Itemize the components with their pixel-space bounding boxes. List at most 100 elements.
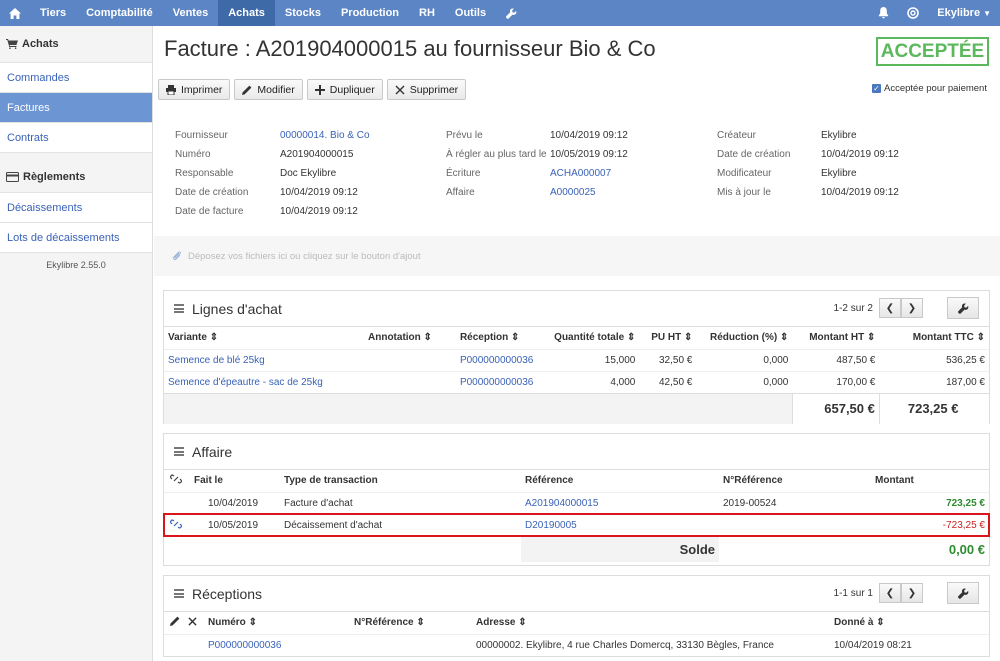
unlink-all-button[interactable]	[164, 470, 190, 492]
sidebar-item-decaissements[interactable]: Décaissements	[0, 192, 152, 222]
supplier-link[interactable]: 00000014. Bio & Co	[280, 126, 370, 145]
table-row: Semence d'épeautre - sac de 25kg P000000…	[164, 370, 989, 393]
unlink-button[interactable]	[164, 513, 190, 536]
edit-button[interactable]: Modifier	[234, 79, 303, 100]
receptions-panel: Réceptions 1-1 sur 1 ❮ ❯ Numéro ⇕ N°Référ…	[163, 575, 990, 657]
nav-rh[interactable]: RH	[409, 0, 445, 26]
duplicate-button[interactable]: Dupliquer	[306, 79, 383, 100]
info-row-fournisseur: Fournisseur 00000014. Bio & Co	[175, 126, 370, 145]
column-header-variante[interactable]: Variante ⇕	[164, 327, 364, 349]
info-column-2: Prévu le 10/04/2019 09:12 À régler au plu…	[446, 126, 628, 202]
chevron-right-icon: ❯	[907, 587, 917, 599]
info-value: 10/04/2019 09:12	[550, 130, 628, 141]
previous-page-button[interactable]: ❮	[879, 298, 901, 318]
status-badge: ACCEPTÉE	[876, 37, 989, 66]
file-dropzone[interactable]: Déposez vos fichiers ici ou cliquez sur …	[154, 236, 1000, 276]
nav-ventes[interactable]: Ventes	[163, 0, 218, 26]
sidebar-item-lots-decaissements[interactable]: Lots de décaissements	[0, 222, 152, 252]
nav-achats[interactable]: Achats	[218, 0, 275, 26]
table-cell: 42,50 €	[639, 370, 697, 393]
column-header-montant: Montant	[875, 475, 914, 487]
info-row-date-creation: Date de création 10/04/2019 09:12	[717, 145, 899, 164]
column-header-pu-ht[interactable]: PU HT ⇕	[639, 327, 696, 349]
previous-page-button[interactable]: ❮	[879, 583, 901, 603]
info-value: A201904000015	[280, 149, 354, 160]
info-label: Date de création	[175, 187, 249, 198]
info-value: 10/04/2019 09:12	[280, 206, 358, 217]
journal-entry-link[interactable]: ACHA000007	[550, 164, 611, 183]
variant-link[interactable]: Semence de blé 25kg	[168, 355, 265, 366]
column-header-numero[interactable]: Numéro ⇕	[204, 612, 350, 634]
delete-label: Supprimer	[409, 83, 459, 96]
column-header-n-reference[interactable]: N°Référence ⇕	[350, 612, 472, 634]
panel-title: Lignes d'achat	[192, 300, 282, 317]
nav-stocks[interactable]: Stocks	[275, 0, 331, 26]
info-value: 10/05/2019 09:12	[550, 149, 628, 160]
table-cell: 10/05/2019	[190, 513, 280, 536]
affair-link[interactable]: A0000025	[550, 183, 596, 202]
printer-icon	[166, 84, 176, 95]
nav-comptabilite[interactable]: Comptabilité	[76, 0, 163, 26]
nav-tiers[interactable]: Tiers	[30, 0, 76, 26]
credit-card-icon	[6, 172, 19, 182]
table-cell: 536,25 €	[879, 348, 989, 371]
caret-down-icon: ▼	[983, 8, 991, 18]
sidebar-item-factures[interactable]: Factures	[0, 92, 152, 122]
nav-outils[interactable]: Outils	[445, 0, 496, 26]
reception-link[interactable]: P000000000036	[460, 377, 533, 388]
reception-link[interactable]: P000000000036	[460, 355, 533, 366]
notifications-button[interactable]	[869, 0, 898, 26]
help-button[interactable]	[898, 0, 928, 26]
next-page-button[interactable]: ❯	[901, 583, 923, 603]
table-cell: 2019-00524	[719, 491, 871, 514]
table-cell: Facture d'achat	[280, 491, 521, 514]
table-settings-button[interactable]	[947, 582, 979, 604]
reference-link[interactable]: D20190005	[525, 520, 577, 531]
sidebar-item-commandes[interactable]: Commandes	[0, 62, 152, 92]
table-cell: 15,000	[537, 348, 640, 371]
total-ht: 657,50 €	[791, 392, 880, 424]
sidebar-item-contrats[interactable]: Contrats	[0, 122, 152, 152]
column-header-quantite[interactable]: Quantité totale ⇕	[537, 327, 639, 349]
info-row-prevu: Prévu le 10/04/2019 09:12	[446, 126, 628, 145]
column-header-reduction[interactable]: Réduction (%) ⇕	[696, 327, 792, 349]
nav-production[interactable]: Production	[331, 0, 409, 26]
plus-icon	[314, 84, 325, 95]
column-header-montant-ht[interactable]: Montant HT ⇕	[792, 327, 879, 349]
table-settings-button[interactable]	[947, 297, 979, 319]
accepted-for-payment-checkbox[interactable]: ✓ Acceptée pour paiement	[872, 83, 987, 94]
next-page-button[interactable]: ❯	[901, 298, 923, 318]
delete-button[interactable]: Supprimer	[386, 79, 467, 100]
receptions-table: Numéro ⇕ N°Référence ⇕ Adresse ⇕ Donné à…	[164, 612, 989, 656]
column-header-annotation[interactable]: Annotation ⇕	[364, 327, 436, 349]
duplicate-label: Dupliquer	[329, 83, 375, 96]
table-cell: 0,000	[696, 370, 793, 393]
info-column-1: Fournisseur 00000014. Bio & Co Numéro A201…	[175, 126, 370, 221]
settings-wrench-button[interactable]	[496, 0, 527, 26]
variant-link[interactable]: Semence d'épeautre - sac de 25kg	[168, 377, 323, 388]
info-value: Doc Ekylibre	[280, 168, 337, 179]
affair-table: Fait le Type de transaction Référence N°…	[163, 470, 990, 562]
table-header-row: Fait le Type de transaction Référence N°…	[164, 470, 989, 492]
reference-link[interactable]: A201904000015	[525, 498, 598, 509]
table-cell: 00000002. Ekylibre, 4 rue Charles Domerc…	[472, 633, 830, 656]
table-cell: 187,00 €	[879, 370, 989, 393]
column-header-n-reference: N°Référence	[723, 475, 783, 487]
column-header-donne-a[interactable]: Donné à ⇕	[830, 612, 989, 634]
print-button[interactable]: Imprimer	[158, 79, 231, 100]
column-header-reception[interactable]: Réception ⇕	[436, 327, 537, 349]
table-cell	[364, 370, 436, 393]
highlighted-table-row: 10/05/2019 Décaissement d'achat D2019000…	[163, 513, 990, 537]
info-row-responsable: Responsable Doc Ekylibre	[175, 164, 370, 183]
pagination-count: 1-1 sur 1	[833, 587, 873, 599]
column-header-adresse[interactable]: Adresse ⇕	[472, 612, 830, 634]
home-button[interactable]	[0, 0, 30, 26]
panel-title: Affaire	[192, 443, 233, 460]
info-row-date-creation: Date de création 10/04/2019 09:12	[175, 183, 370, 202]
column-header-montant-ttc[interactable]: Montant TTC ⇕	[879, 327, 989, 349]
table-header-row: Numéro ⇕ N°Référence ⇕ Adresse ⇕ Donné à…	[164, 612, 989, 634]
table-header-row: Variante ⇕ Annotation ⇕ Réception ⇕ Quan…	[164, 327, 989, 349]
user-menu[interactable]: Ekylibre ▼	[928, 0, 1000, 26]
info-column-3: Créateur Ekylibre Date de création 10/04/2…	[717, 126, 899, 202]
reception-link[interactable]: P000000000036	[208, 640, 281, 651]
